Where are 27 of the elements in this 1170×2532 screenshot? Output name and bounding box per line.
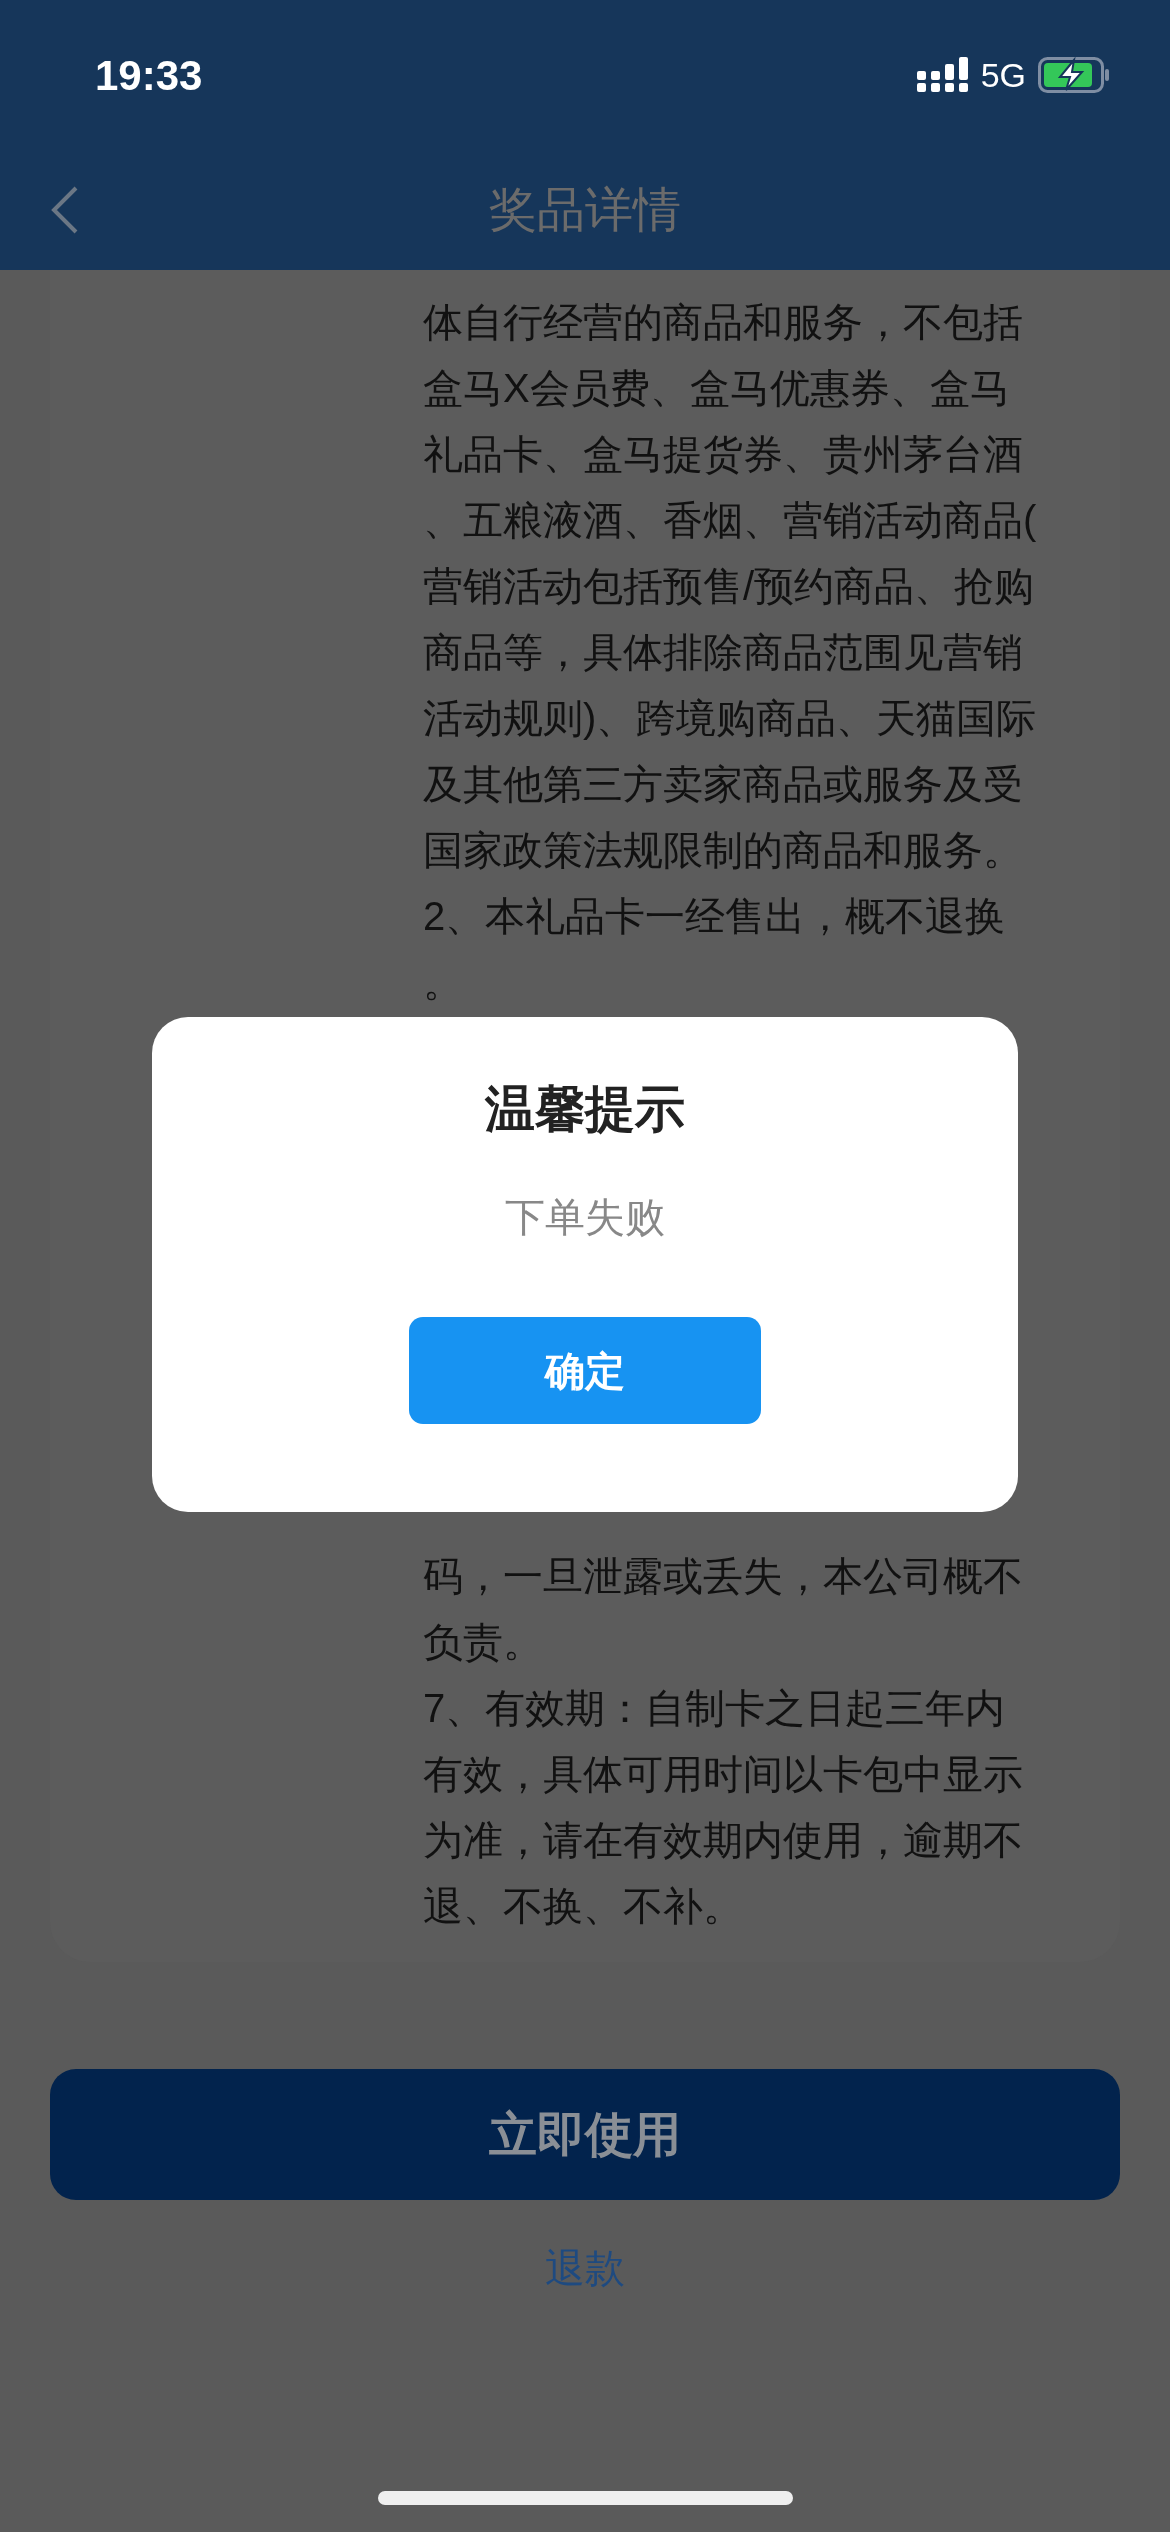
terms-line: 2、本礼品卡一经售出，概不退换 [423,893,1006,940]
terms-line: 、五粮液酒、香烟、营销活动商品( [423,497,1037,544]
battery-charging-icon [1038,57,1110,93]
dialog-title: 温馨提示 [485,1080,685,1139]
terms-line: 7、有效期：自制卡之日起三年内 [423,1685,1006,1732]
signal-icon [916,57,969,93]
page-title: 奖品详情 [489,182,681,238]
terms-line: 体自行经营的商品和服务，不包括 [423,299,1023,346]
terms-line: 礼品卡、盒马提货券、贵州茅台酒 [423,431,1023,478]
terms-line: 。 [423,959,463,1006]
status-time: 19:33 [95,50,203,101]
terms-line: 活动规则)、跨境购商品、天猫国际 [423,695,1037,742]
terms-line: 盒马X会员费、盒马优惠券、盒马 [423,365,1010,412]
terms-line: 有效，具体可用时间以卡包中显示 [423,1751,1023,1798]
network-label: 5G [980,54,1026,96]
terms-line: 国家政策法规限制的商品和服务。 [423,827,1023,874]
terms-line: 及其他第三方卖家商品或服务及受 [423,761,1023,808]
terms-line: 营销活动包括预售/预约商品、抢购 [423,563,1035,610]
dialog-message: 下单失败 [505,1194,665,1241]
terms-line: 码，一旦泄露或丢失，本公司概不 [423,1553,1023,1600]
terms-line: 商品等，具体排除商品范围见营销 [423,629,1023,676]
terms-line: 退、不换、不补。 [423,1883,743,1930]
terms-line: 为准，请在有效期内使用，逾期不 [423,1817,1023,1864]
terms-line: 负责。 [423,1619,543,1666]
back-chevron-icon [51,185,79,235]
use-now-button[interactable]: 立即使用 [50,2069,1120,2200]
confirm-button[interactable]: 确定 [409,1317,761,1424]
